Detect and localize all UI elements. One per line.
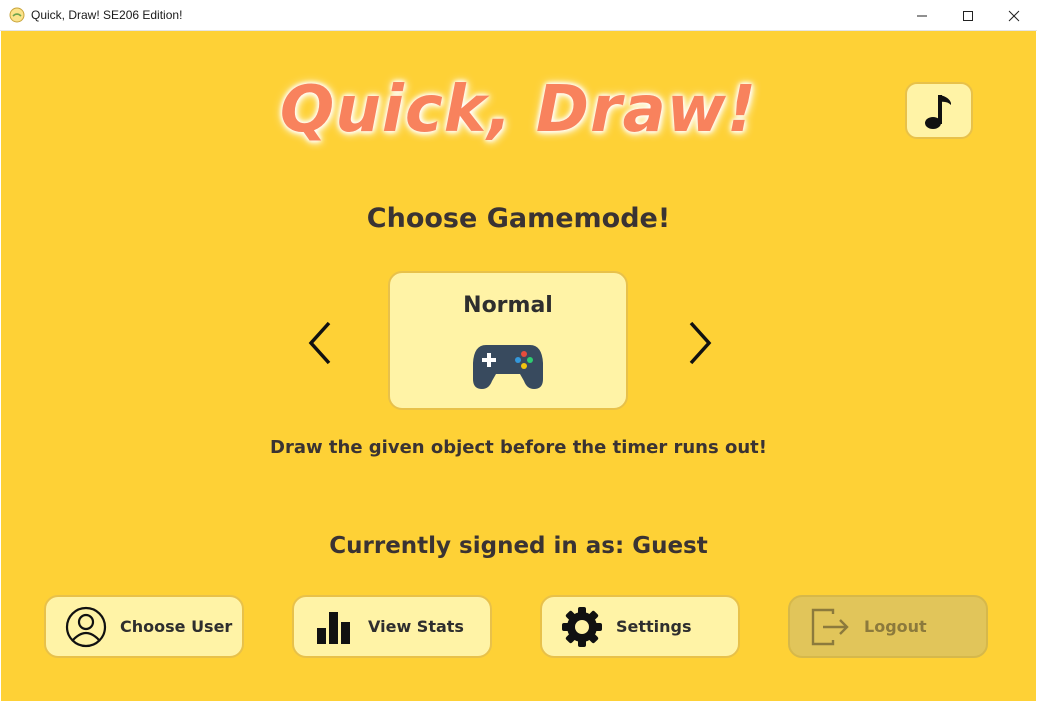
view-stats-label: View Stats: [368, 617, 464, 636]
choose-user-button[interactable]: Choose User: [44, 595, 244, 658]
user-icon: [64, 606, 108, 648]
logout-button[interactable]: Logout: [788, 595, 988, 658]
music-note-icon: [925, 94, 951, 129]
maximize-icon: [963, 10, 973, 21]
gamemode-description: Draw the given object before the timer r…: [270, 437, 767, 458]
app-logo: Quick, Draw!: [279, 73, 758, 147]
window-title: Quick, Draw! SE206 Edition!: [31, 8, 183, 22]
window-titlebar: Quick, Draw! SE206 Edition!: [0, 0, 1037, 31]
gamepad-icon: [473, 345, 543, 389]
gamemode-name: Normal: [463, 293, 553, 318]
main-menu: Quick, Draw! Choose Gamemode! Normal Dra…: [1, 31, 1036, 701]
close-button[interactable]: [991, 0, 1037, 31]
view-stats-button[interactable]: View Stats: [292, 595, 492, 658]
choose-user-label: Choose User: [120, 617, 233, 636]
bar-chart-icon: [312, 606, 356, 648]
maximize-button[interactable]: [945, 0, 991, 31]
gear-icon: [560, 606, 604, 648]
previous-mode-arrow-icon[interactable]: [307, 319, 335, 367]
minimize-icon: [917, 15, 927, 16]
logout-icon: [808, 606, 852, 648]
signed-in-status: Currently signed in as: Guest: [329, 533, 708, 559]
settings-button[interactable]: Settings: [540, 595, 740, 658]
gamemode-card[interactable]: Normal: [388, 271, 628, 410]
app-icon: [9, 7, 25, 23]
music-toggle-button[interactable]: [905, 82, 973, 139]
next-mode-arrow-icon[interactable]: [685, 319, 713, 367]
settings-label: Settings: [616, 617, 692, 636]
logout-label: Logout: [864, 617, 927, 636]
minimize-button[interactable]: [899, 0, 945, 31]
close-icon: [1008, 10, 1020, 21]
gamemode-heading: Choose Gamemode!: [366, 203, 671, 234]
